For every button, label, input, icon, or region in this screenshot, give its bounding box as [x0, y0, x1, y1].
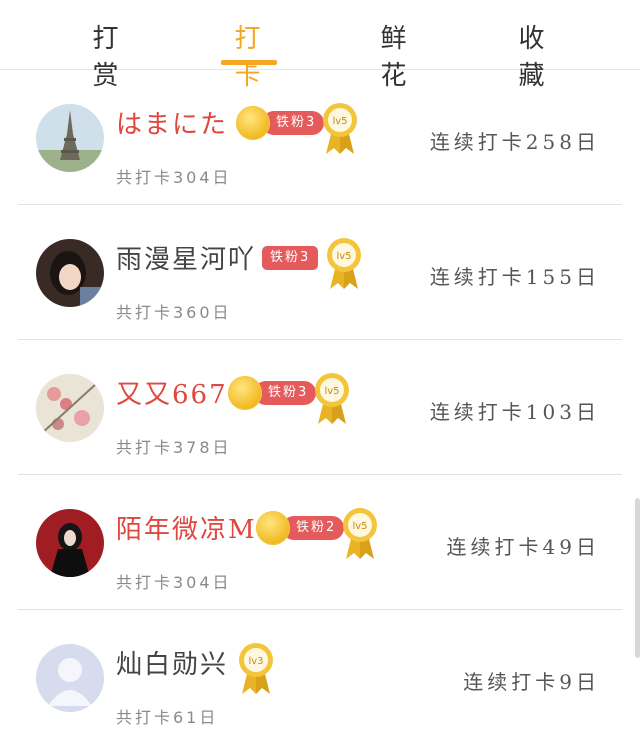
- list-item[interactable]: 又又6676 铁粉3 lv5 共打卡378日 连续打卡103日: [0, 340, 640, 475]
- avatar[interactable]: [36, 509, 104, 577]
- streak-checkin: 连续打卡9日: [463, 670, 600, 694]
- level-label: lv5: [336, 251, 351, 262]
- user-name[interactable]: 又又6676: [116, 374, 246, 411]
- level-label: lv5: [324, 386, 339, 397]
- crown-icon: [236, 106, 270, 140]
- level-medal-icon: lv5: [315, 373, 349, 424]
- user-name[interactable]: 灿白勋兴: [116, 644, 228, 681]
- fan-badge: 铁粉3: [228, 376, 317, 410]
- user-name[interactable]: はまにた: [116, 104, 228, 141]
- fan-badge: 铁粉2: [256, 511, 345, 545]
- list-item[interactable]: 雨漫星河吖 铁粉3 lv5 共打卡360日 连续打卡155日: [0, 205, 640, 340]
- list-item[interactable]: 灿白勋兴 lv3 共打卡61日 连续打卡9日: [0, 610, 640, 745]
- level-label: lv5: [332, 116, 347, 127]
- crown-icon: [228, 376, 262, 410]
- avatar[interactable]: [36, 644, 104, 712]
- level-medal-icon: lv5: [343, 508, 377, 559]
- fan-badge-label: 铁粉3: [262, 111, 325, 135]
- crown-icon: [256, 511, 290, 545]
- level-medal-icon: lv5: [327, 238, 361, 289]
- total-checkin: 共打卡304日: [116, 573, 232, 592]
- streak-checkin: 连续打卡155日: [429, 265, 600, 289]
- list-item[interactable]: 陌年微凉M 铁粉2 lv5 共打卡304日 连续打卡49日: [0, 475, 640, 610]
- fan-badge-label: 铁粉2: [282, 516, 345, 540]
- fan-badge-label: 铁粉3: [254, 381, 317, 405]
- tab-bar: 打赏 打卡 鲜花 收藏: [0, 0, 640, 91]
- level-medal-icon: lv3: [239, 643, 273, 694]
- streak-checkin: 连续打卡258日: [429, 130, 600, 154]
- list-item[interactable]: はまにた 铁粉3 lv5 共打卡304日 连续打卡258日: [0, 70, 640, 205]
- user-name[interactable]: 陌年微凉M: [116, 509, 257, 546]
- avatar[interactable]: [36, 104, 104, 172]
- total-checkin: 共打卡304日: [116, 168, 232, 187]
- tab-reward[interactable]: 打赏: [78, 18, 138, 91]
- total-checkin: 共打卡378日: [116, 438, 232, 457]
- avatar[interactable]: [36, 374, 104, 442]
- streak-checkin: 连续打卡103日: [429, 400, 600, 424]
- avatar[interactable]: [36, 239, 104, 307]
- active-tab-indicator: [221, 60, 277, 65]
- fan-badge: 铁粉3: [236, 106, 325, 140]
- total-checkin: 共打卡61日: [116, 708, 219, 727]
- level-label: lv5: [352, 521, 367, 532]
- level-medal-icon: lv5: [323, 103, 357, 154]
- tab-flowers[interactable]: 鲜花: [366, 18, 426, 91]
- tab-favorites[interactable]: 收藏: [504, 18, 564, 91]
- total-checkin: 共打卡360日: [116, 303, 232, 322]
- fan-badge-label: 铁粉3: [262, 246, 319, 270]
- user-name[interactable]: 雨漫星河吖: [116, 239, 256, 276]
- level-label: lv3: [248, 656, 263, 667]
- scrollbar[interactable]: [635, 498, 640, 658]
- tab-checkin[interactable]: 打卡: [220, 18, 280, 91]
- streak-checkin: 连续打卡49日: [446, 535, 600, 559]
- fan-badge: 铁粉3: [262, 245, 319, 271]
